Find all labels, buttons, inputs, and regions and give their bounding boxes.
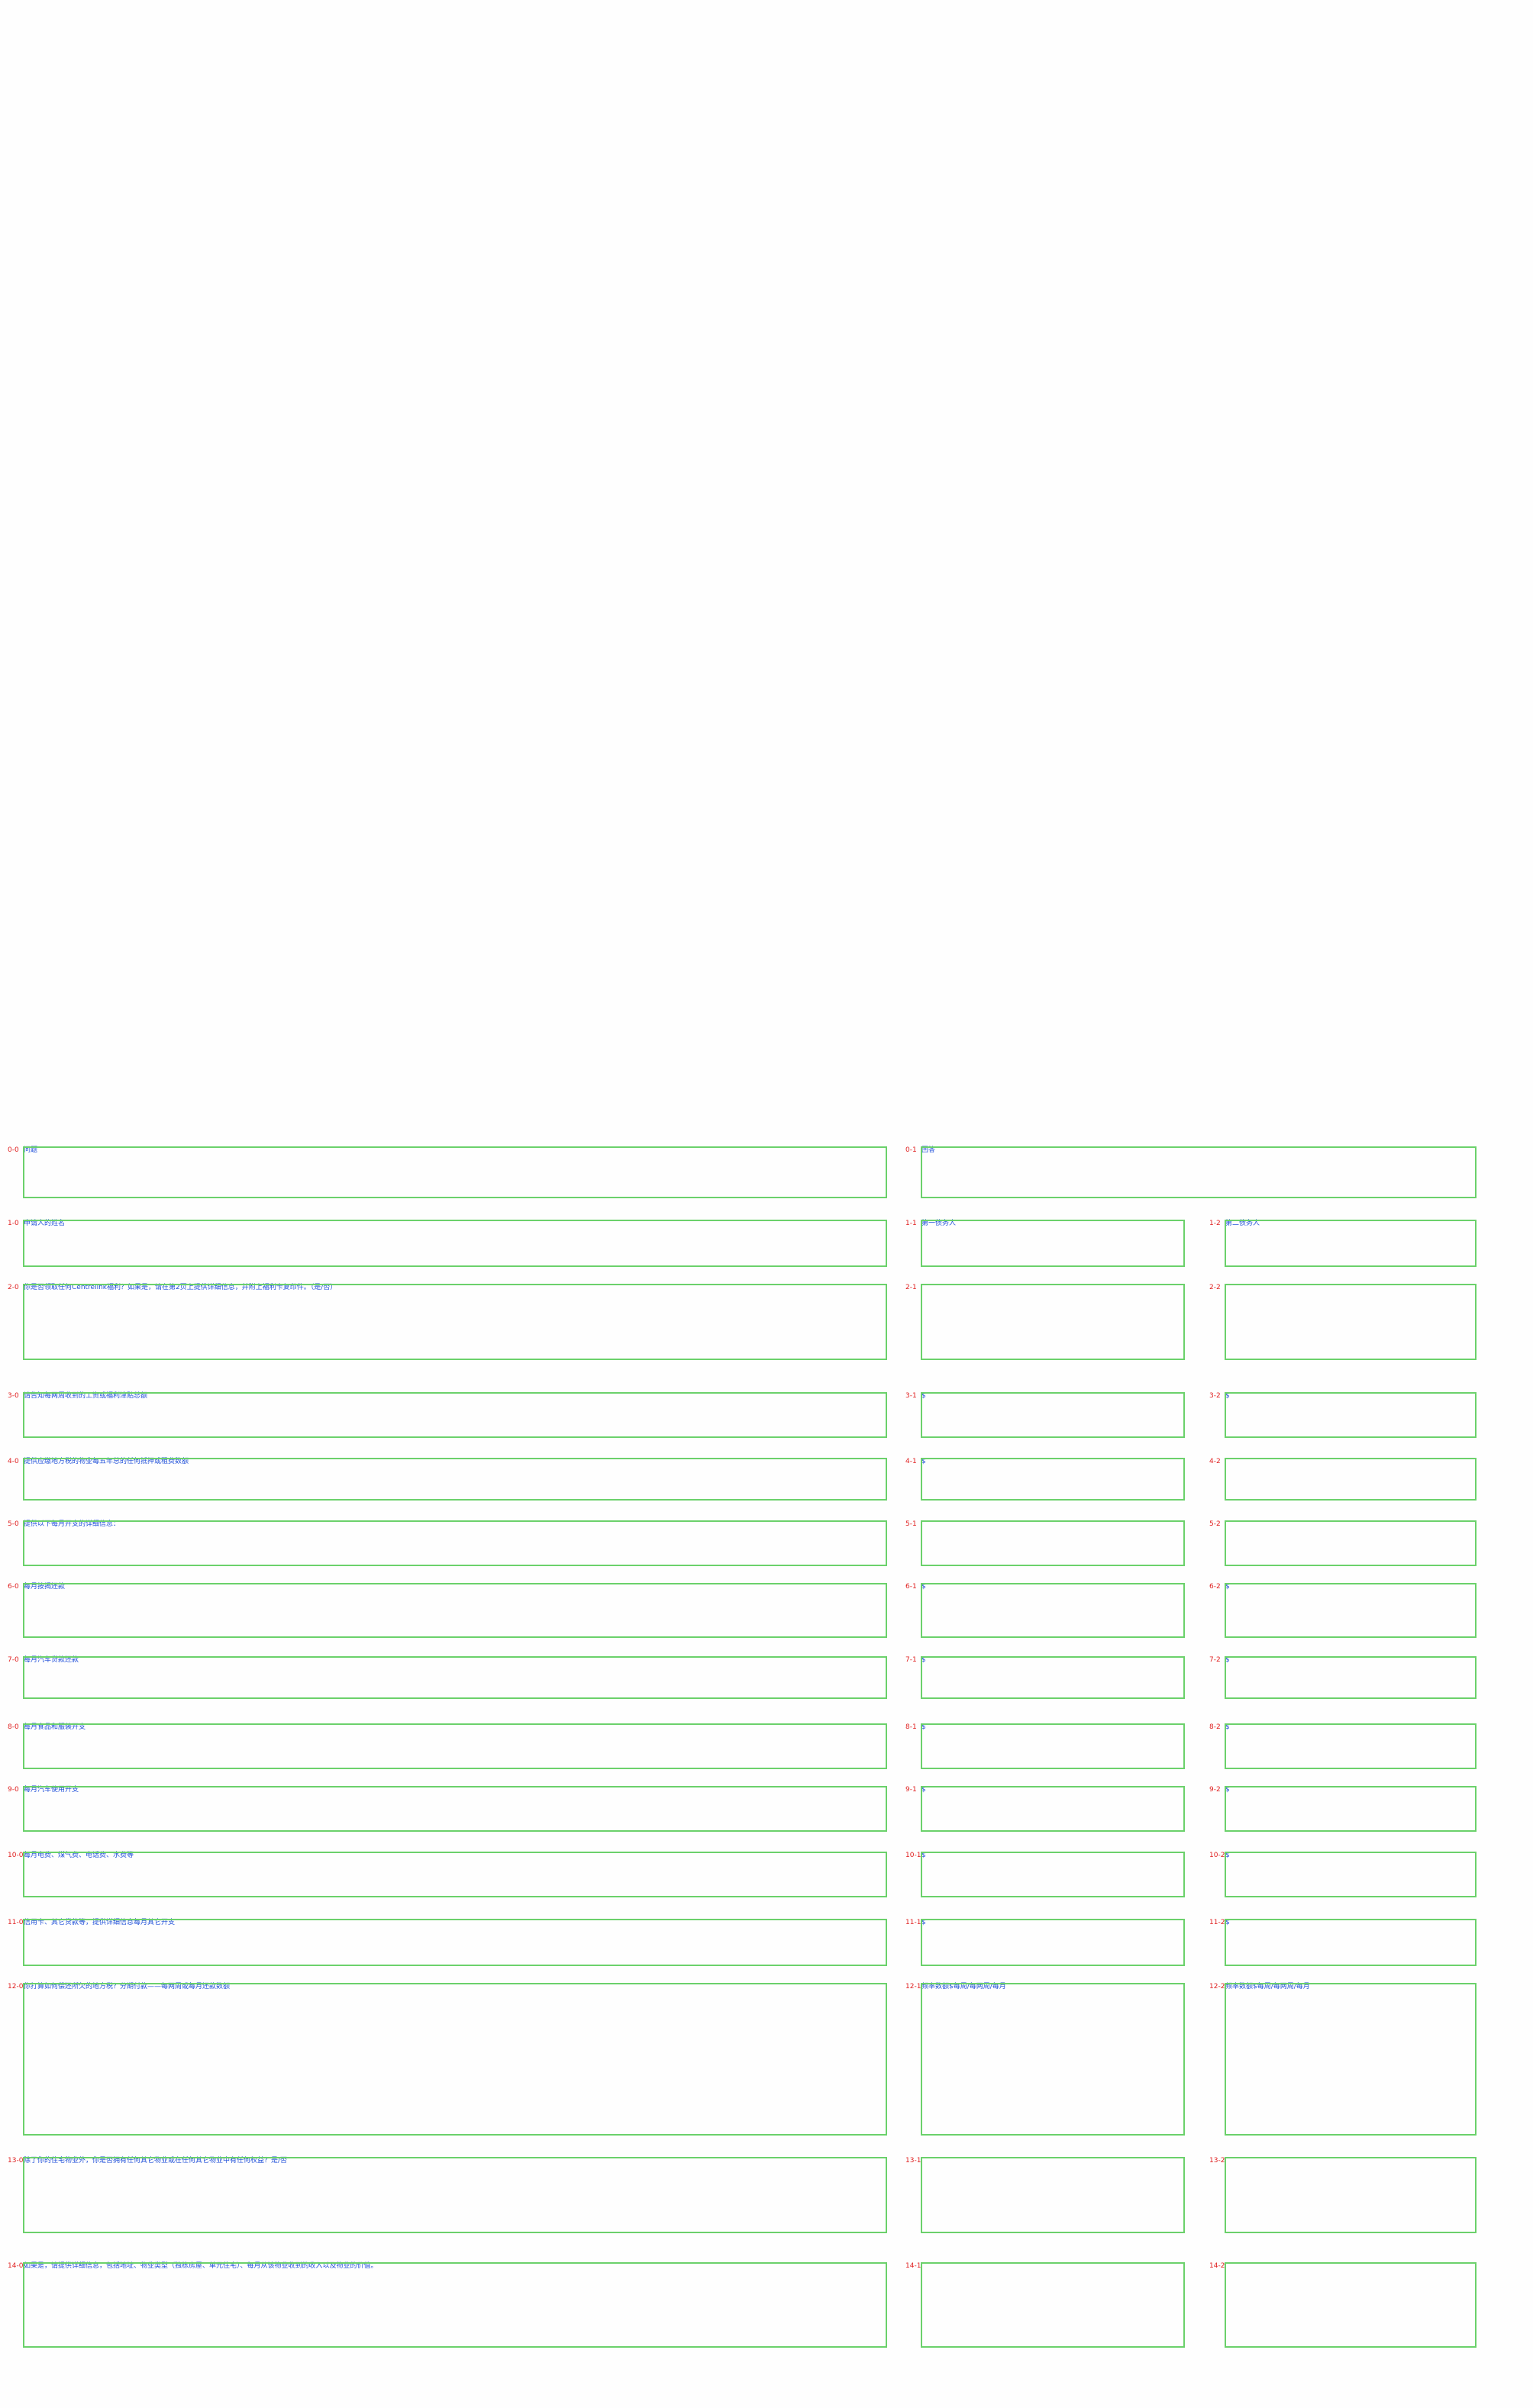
field-id: 5-2 [1209,1520,1221,1528]
answer-box[interactable] [921,2157,1185,2233]
answer-box[interactable] [1225,1392,1477,1438]
field-id: 3-2 [1209,1392,1221,1400]
field-id: 4-2 [1209,1458,1221,1465]
field-id: 6-2 [1209,1583,1221,1591]
answer-box[interactable] [921,1656,1185,1699]
field-id: 8-1 [905,1723,917,1731]
answer-box[interactable] [23,1656,887,1699]
answer-box[interactable] [1225,1583,1477,1638]
field-id: 11-0 [8,1919,24,1926]
answer-box[interactable] [1225,1723,1477,1769]
field-id: 7-1 [905,1656,917,1664]
field-id: 7-0 [8,1656,19,1664]
answer-box[interactable] [921,1220,1185,1267]
field-id: 14-1 [905,2262,921,2270]
answer-box[interactable] [1225,1786,1477,1832]
answer-box[interactable] [1225,1919,1477,1966]
answer-box[interactable] [1225,1852,1477,1897]
field-id: 8-2 [1209,1723,1221,1731]
answer-box[interactable] [23,1520,887,1566]
field-id: 10-1 [905,1852,921,1859]
field-id: 12-2 [1209,1983,1225,1991]
field-id: 5-0 [8,1520,19,1528]
field-id: 13-0 [8,2157,24,2165]
answer-box[interactable] [921,1919,1185,1966]
answer-box[interactable] [921,1723,1185,1769]
answer-box[interactable] [23,1146,887,1198]
field-id: 1-1 [905,1220,917,1227]
answer-box[interactable] [921,1458,1185,1501]
field-id: 6-1 [905,1583,917,1591]
answer-box[interactable] [921,1583,1185,1638]
field-id: 1-2 [1209,1220,1221,1227]
field-id: 4-0 [8,1458,19,1465]
field-id: 8-0 [8,1723,19,1731]
answer-box[interactable] [1225,1458,1477,1501]
field-id: 7-2 [1209,1656,1221,1664]
answer-box[interactable] [921,1786,1185,1832]
field-id: 4-1 [905,1458,917,1465]
answer-box[interactable] [23,1983,887,2136]
field-id: 0-1 [905,1146,917,1154]
answer-box[interactable] [23,1919,887,1966]
answer-box[interactable] [23,1392,887,1438]
field-id: 13-1 [905,2157,921,2165]
field-id: 2-2 [1209,1284,1221,1291]
answer-box[interactable] [1225,1520,1477,1566]
field-id: 3-0 [8,1392,19,1400]
answer-box[interactable] [23,2262,887,2348]
field-id: 9-2 [1209,1786,1221,1794]
answer-box[interactable] [23,1284,887,1360]
answer-box[interactable] [921,1146,1477,1198]
field-id: 13-2 [1209,2157,1225,2165]
field-id: 2-1 [905,1284,917,1291]
field-id: 12-1 [905,1983,921,1991]
answer-box[interactable] [23,1583,887,1638]
field-id: 0-0 [8,1146,19,1154]
field-id: 10-0 [8,1852,24,1859]
answer-box[interactable] [921,1284,1185,1360]
field-id: 14-2 [1209,2262,1225,2270]
field-id: 11-2 [1209,1919,1225,1926]
field-id: 3-1 [905,1392,917,1400]
answer-box[interactable] [921,1983,1185,2136]
answer-box[interactable] [921,1520,1185,1566]
answer-box[interactable] [1225,2262,1477,2348]
answer-box[interactable] [23,1852,887,1897]
answer-box[interactable] [23,1723,887,1769]
field-id: 9-1 [905,1786,917,1794]
field-id: 10-2 [1209,1852,1225,1859]
answer-box[interactable] [23,1458,887,1501]
field-id: 12-0 [8,1983,24,1991]
answer-box[interactable] [921,1852,1185,1897]
field-id: 11-1 [905,1919,921,1926]
answer-box[interactable] [23,1220,887,1267]
answer-box[interactable] [23,2157,887,2233]
answer-box[interactable] [1225,2157,1477,2233]
answer-box[interactable] [921,2262,1185,2348]
answer-box[interactable] [1225,1220,1477,1267]
field-id: 2-0 [8,1284,19,1291]
answer-box[interactable] [921,1392,1185,1438]
answer-box[interactable] [1225,1284,1477,1360]
field-id: 9-0 [8,1786,19,1794]
field-id: 5-1 [905,1520,917,1528]
answer-box[interactable] [23,1786,887,1832]
answer-box[interactable] [1225,1983,1477,2136]
field-id: 6-0 [8,1583,19,1591]
field-id: 14-0 [8,2262,24,2270]
field-id: 1-0 [8,1220,19,1227]
answer-box[interactable] [1225,1656,1477,1699]
